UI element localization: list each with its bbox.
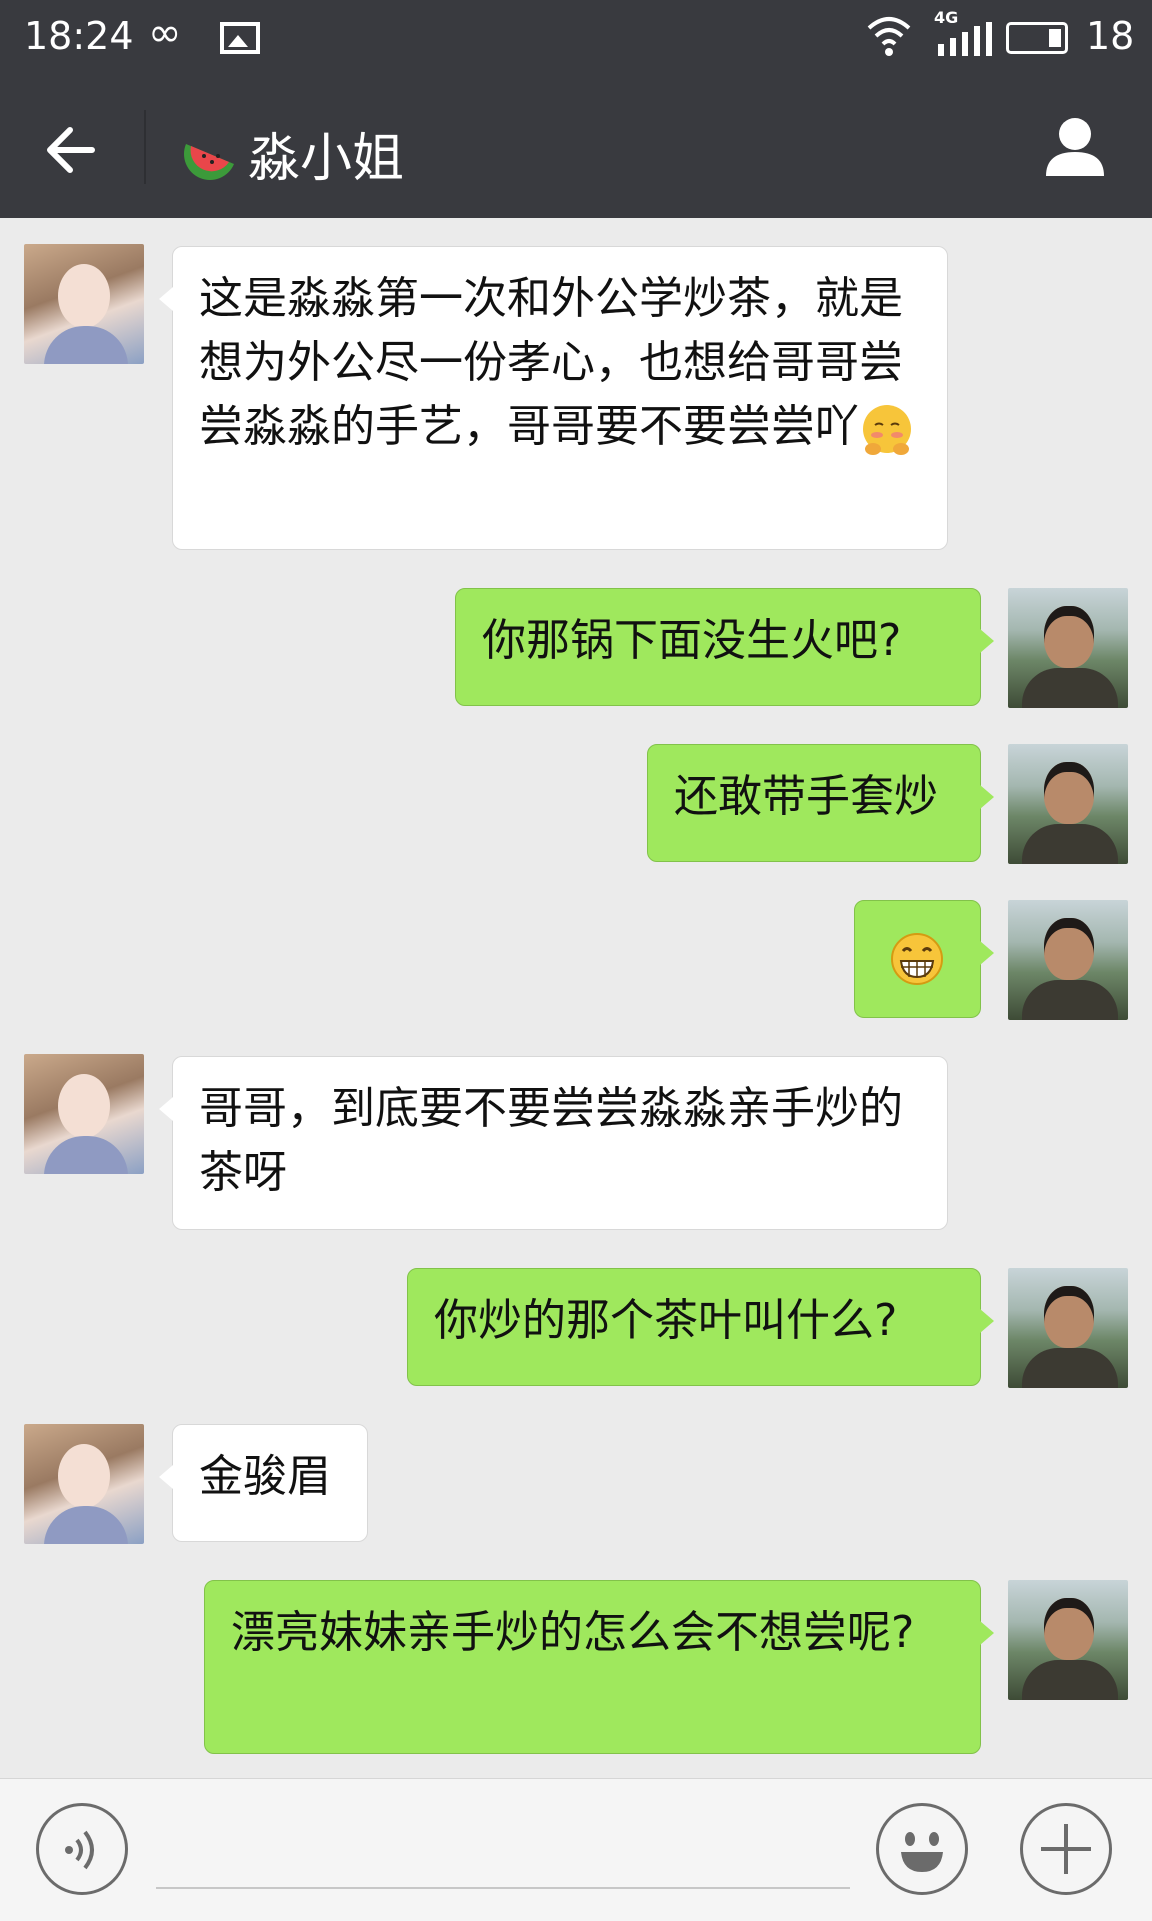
- message-text: 你炒的那个茶叶叫什么?: [434, 1295, 898, 1346]
- message-input[interactable]: [156, 1887, 850, 1889]
- message-bubble[interactable]: 漂亮妹妹亲手炒的怎么会不想尝呢?: [204, 1580, 994, 1754]
- top-bar: 18:24 ∞ 4G 18 淼小姐: [0, 0, 1152, 218]
- watermelon-icon: [184, 144, 234, 180]
- message-bubble[interactable]: [854, 900, 994, 1018]
- profile-button[interactable]: [1042, 114, 1108, 180]
- message-bubble[interactable]: 这是淼淼第一次和外公学炒茶，就是想为外公尽一份孝心，也想给哥哥尝尝淼淼的手艺，哥…: [159, 246, 948, 550]
- message-text: 金骏眉: [199, 1451, 331, 1502]
- message-text: 漂亮妹妹亲手炒的怎么会不想尝呢?: [231, 1607, 915, 1658]
- message-text: 哥哥，到底要不要尝尝淼淼亲手炒的茶呀: [199, 1083, 903, 1198]
- my-avatar[interactable]: [1008, 900, 1128, 1020]
- my-avatar[interactable]: [1008, 1268, 1128, 1388]
- status-bar: 18:24 ∞ 4G 18: [0, 0, 1152, 76]
- wifi-icon: [867, 17, 911, 56]
- message-bubble[interactable]: 你炒的那个茶叶叫什么?: [407, 1268, 994, 1386]
- message-text: 这是淼淼第一次和外公学炒茶，就是想为外公尽一份孝心，也想给哥哥尝尝淼淼的手艺，哥…: [199, 273, 903, 452]
- signal-icon: [938, 22, 994, 56]
- my-avatar[interactable]: [1008, 1580, 1128, 1700]
- message-bubble[interactable]: 哥哥，到底要不要尝尝淼淼亲手炒的茶呀: [159, 1056, 948, 1230]
- status-time: 18:24: [24, 14, 134, 58]
- chat-title: 淼小姐: [248, 129, 405, 189]
- person-icon: [1046, 118, 1104, 176]
- title-bar: 淼小姐: [0, 76, 1152, 218]
- image-icon: [220, 22, 260, 54]
- message-text: 还敢带手套炒: [674, 771, 938, 822]
- back-button[interactable]: [40, 118, 104, 182]
- contact-avatar[interactable]: [24, 1054, 144, 1174]
- message-bubble[interactable]: 金骏眉: [159, 1424, 368, 1542]
- smiley-icon: [901, 1832, 943, 1872]
- title-divider: [144, 110, 146, 184]
- grin-emoji: [891, 933, 943, 985]
- my-avatar[interactable]: [1008, 744, 1128, 864]
- shy-face-emoji: [863, 405, 911, 455]
- voice-icon: [65, 1830, 94, 1870]
- emoji-button[interactable]: [876, 1803, 968, 1895]
- contact-avatar[interactable]: [24, 1424, 144, 1544]
- infinity-icon: ∞: [148, 10, 182, 56]
- battery-icon: [1006, 22, 1068, 54]
- message-text: 你那锅下面没生火吧?: [482, 615, 902, 666]
- input-bar: [0, 1778, 1152, 1921]
- voice-button[interactable]: [36, 1803, 128, 1895]
- my-avatar[interactable]: [1008, 588, 1128, 708]
- plus-icon: [1041, 1824, 1091, 1874]
- battery-level: 18: [1086, 14, 1135, 58]
- message-bubble[interactable]: 还敢带手套炒: [647, 744, 994, 862]
- arrow-left-icon: [47, 127, 95, 173]
- message-bubble[interactable]: 你那锅下面没生火吧?: [455, 588, 994, 706]
- more-button[interactable]: [1020, 1803, 1112, 1895]
- contact-avatar[interactable]: [24, 244, 144, 364]
